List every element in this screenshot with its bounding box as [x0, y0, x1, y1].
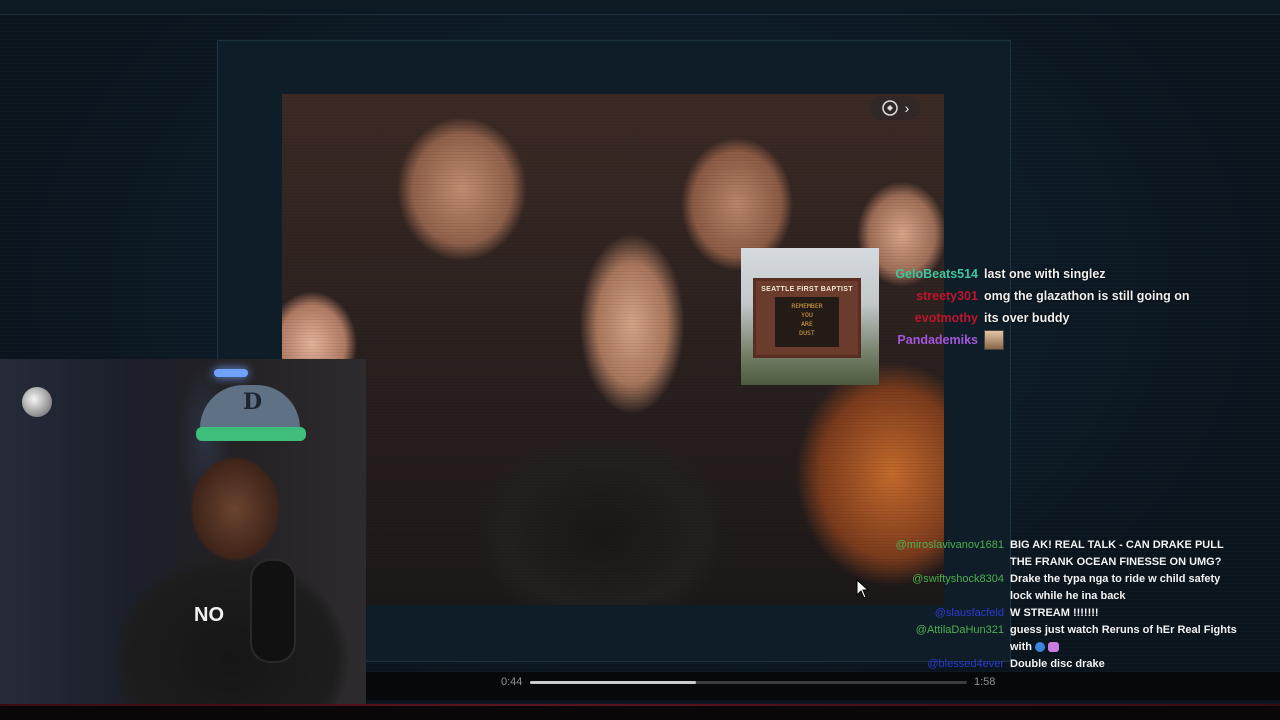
mask-emote-icon [1048, 642, 1060, 653]
current-time: 0:44 [501, 676, 523, 688]
chat-line: @slausfacfeld W STREAM !!!!!!! [880, 605, 1260, 622]
blue-circle-emote-icon [1035, 642, 1046, 653]
seek-bar-progress [530, 681, 697, 684]
chat-line: @miroslavivanov1681 BIG AK! REAL TALK - … [880, 537, 1260, 571]
chat-message: last one with singlez [984, 267, 1106, 281]
chevron-right-icon: › [904, 100, 910, 116]
disco-ball-icon [22, 387, 52, 417]
chat-line: GeloBeats514 last one with singlez [880, 263, 1260, 285]
chat-message: its over buddy [984, 311, 1070, 325]
chat-message: Drake the typa nga to ride w child safet… [1010, 573, 1221, 602]
chat-message: W STREAM !!!!!!! [1010, 607, 1099, 619]
chat-username: GeloBeats514 [895, 267, 978, 281]
church-sign-overlay: SEATTLE FIRST BAPTIST REMEMBER YOU ARE D… [741, 248, 879, 385]
chat-message: omg the glazathon is still going on [984, 289, 1190, 303]
chat-line: @blessed4ever Double disc drake [880, 656, 1260, 673]
chat-username: streety301 [916, 289, 978, 303]
chat-username: @swiftyshock8304 [912, 573, 1004, 585]
ring-light [214, 369, 248, 377]
top-strip [0, 0, 1280, 15]
chat-username: evotmothy [914, 311, 978, 325]
sign-board: SEATTLE FIRST BAPTIST REMEMBER YOU ARE D… [753, 278, 861, 358]
chat-username: Pandademiks [897, 333, 978, 347]
mouse-cursor-icon [856, 579, 870, 599]
chat-message: BIG AK! REAL TALK - CAN DRAKE PULL THE F… [1010, 539, 1224, 568]
chat-line: @AttilaDaHun321 guess just watch Reruns … [880, 622, 1260, 656]
chat-line: evotmothy its over buddy [880, 307, 1260, 329]
cap-brim [196, 427, 306, 441]
sign-line-3: ARE [801, 320, 813, 328]
shirt-text: NO [194, 604, 224, 626]
pip-button[interactable]: › [870, 96, 920, 120]
cap-logo: D [243, 389, 263, 415]
duration: 1:58 [974, 676, 996, 688]
chat-line: streety301 omg the glazathon is still go… [880, 285, 1260, 307]
bottom-strip [0, 704, 1280, 720]
share-icon [881, 100, 898, 116]
microphone-icon [250, 559, 296, 663]
sign-screen: REMEMBER YOU ARE DUST [775, 297, 839, 347]
chat-overlay-top: GeloBeats514 last one with singlez stree… [880, 263, 1260, 351]
chat-message: Double disc drake [1010, 658, 1105, 670]
sign-line-2: YOU [801, 311, 813, 319]
seek-bar[interactable] [530, 681, 967, 684]
face-emote-icon [984, 330, 1004, 350]
streamer-webcam: D NO [0, 359, 366, 705]
chat-username: @slausfacfeld [934, 607, 1004, 619]
chat-username: @miroslavivanov1681 [895, 539, 1004, 551]
chat-overlay-bottom: @miroslavivanov1681 BIG AK! REAL TALK - … [880, 537, 1260, 673]
sign-line-1: REMEMBER [791, 302, 823, 310]
sign-header: SEATTLE FIRST BAPTIST [761, 286, 853, 293]
chat-username: @AttilaDaHun321 [915, 624, 1004, 636]
chat-username: @blessed4ever [927, 658, 1004, 670]
sign-line-4: DUST [799, 329, 815, 337]
chat-message-with-emotes: guess just watch Reruns of hEr Real Figh… [1010, 622, 1240, 656]
chat-line: Pandademiks [880, 329, 1260, 351]
chat-line: @swiftyshock8304 Drake the typa nga to r… [880, 571, 1260, 605]
